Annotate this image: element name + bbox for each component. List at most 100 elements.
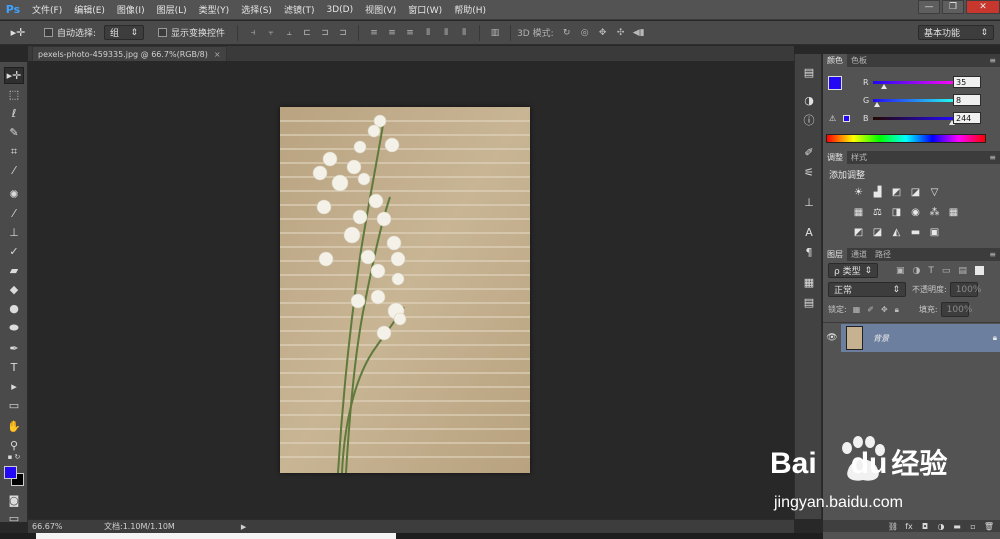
align-bottom-icon[interactable]: ⫠ xyxy=(282,26,296,40)
eraser-tool-icon[interactable]: ▰ xyxy=(4,262,24,279)
zoom-level[interactable]: 66.67% xyxy=(28,522,74,531)
3d-slide-icon[interactable]: ✣ xyxy=(614,26,628,40)
menu-edit[interactable]: 编辑(E) xyxy=(68,3,111,16)
invert-icon[interactable]: ◩ xyxy=(851,226,866,239)
history-brush-tool-icon[interactable]: ✓ xyxy=(4,243,24,260)
channel-mixer-icon[interactable]: ⁂ xyxy=(927,206,942,219)
menu-filter[interactable]: 滤镜(T) xyxy=(278,3,321,16)
lock-position-icon[interactable]: ✥ xyxy=(881,305,888,314)
quick-select-tool-icon[interactable]: ✎ xyxy=(4,124,24,141)
layer-name[interactable]: 背景 xyxy=(873,333,889,344)
blur-tool-icon[interactable]: ● xyxy=(4,300,24,317)
dodge-tool-icon[interactable]: ⬬ xyxy=(4,319,24,336)
clone-stamp-tool-icon[interactable]: ⊥ xyxy=(4,224,24,241)
fill-field[interactable]: 100% xyxy=(940,302,972,317)
tab-swatches[interactable]: 色板 xyxy=(847,54,871,67)
menu-image[interactable]: 图像(I) xyxy=(111,3,151,16)
hue-saturation-icon[interactable]: ▦ xyxy=(851,206,866,219)
paragraph-panel-icon[interactable]: ¶ xyxy=(800,244,818,260)
black-white-icon[interactable]: ◨ xyxy=(889,206,904,219)
color-lookup-icon[interactable]: ▦ xyxy=(946,206,961,219)
menu-3d[interactable]: 3D(D) xyxy=(320,5,359,15)
clone-source-panel-icon[interactable]: ⊥ xyxy=(800,194,818,210)
panel-menu-icon[interactable]: ≡ xyxy=(989,153,996,162)
type-tool-icon[interactable]: T xyxy=(4,359,24,376)
align-right-icon[interactable]: ⊐ xyxy=(336,26,350,40)
opacity-field[interactable]: 100% xyxy=(949,282,981,297)
history-panel-icon[interactable]: ▤ xyxy=(800,64,818,80)
delete-layer-icon[interactable]: 🗑︎ xyxy=(984,521,994,531)
green-slider-knob[interactable] xyxy=(874,101,880,107)
photo-filter-icon[interactable]: ◉ xyxy=(908,206,923,219)
screen-mode-icon[interactable]: ▭ xyxy=(4,510,24,527)
distribute-hcenter-icon[interactable]: ⦀ xyxy=(439,26,453,40)
gradient-map-icon[interactable]: ▬ xyxy=(908,226,923,239)
vibrance-icon[interactable]: ▽ xyxy=(927,186,942,199)
add-mask-icon[interactable]: ◘ xyxy=(920,521,930,531)
filter-pixel-icon[interactable]: ▣ xyxy=(896,266,905,276)
tab-styles[interactable]: 样式 xyxy=(847,151,871,164)
levels-icon[interactable]: ▟ xyxy=(870,186,885,199)
new-adjustment-icon[interactable]: ◑ xyxy=(936,521,946,531)
filter-smart-object-icon[interactable]: ▤ xyxy=(958,266,967,276)
align-vcenter-icon[interactable]: ⫟ xyxy=(264,26,278,40)
path-select-tool-icon[interactable]: ▸ xyxy=(4,378,24,395)
brightness-contrast-icon[interactable]: ☀ xyxy=(851,186,866,199)
exposure-icon[interactable]: ◪ xyxy=(908,186,923,199)
lock-all-icon[interactable]: 🔒︎ xyxy=(895,305,899,315)
menu-layer[interactable]: 图层(L) xyxy=(151,3,193,16)
menu-select[interactable]: 选择(S) xyxy=(235,3,278,16)
lock-image-icon[interactable]: ✐ xyxy=(867,305,874,314)
filter-toggle-icon[interactable] xyxy=(974,266,984,275)
gamut-warning-icon[interactable]: ⚠ xyxy=(829,114,836,123)
layer-filter-dropdown[interactable]: ρ 类型 ⇕ xyxy=(828,263,878,278)
move-tool-icon[interactable]: ▸✛ xyxy=(4,67,24,84)
3d-rotate-icon[interactable]: ↻ xyxy=(560,26,574,40)
character-panel-icon[interactable]: A xyxy=(800,224,818,240)
foreground-color-swatch[interactable] xyxy=(4,466,17,479)
panel-menu-icon[interactable]: ≡ xyxy=(989,56,996,65)
distribute-left-icon[interactable]: ⦀ xyxy=(421,26,435,40)
auto-select-checkbox[interactable] xyxy=(44,28,53,37)
tab-color[interactable]: 颜色 xyxy=(823,54,847,67)
tab-layers[interactable]: 图层 xyxy=(823,248,847,261)
crop-tool-icon[interactable]: ⌗ xyxy=(4,143,24,160)
blue-value-field[interactable]: 244 xyxy=(953,112,981,124)
3d-pan-icon[interactable]: ✥ xyxy=(596,26,610,40)
filter-shape-icon[interactable]: ▭ xyxy=(942,266,951,276)
menu-type[interactable]: 类型(Y) xyxy=(193,3,236,16)
distribute-right-icon[interactable]: ⦀ xyxy=(457,26,471,40)
show-transform-checkbox[interactable] xyxy=(158,28,168,37)
blend-mode-dropdown[interactable]: 正常 ⇕ xyxy=(828,282,906,297)
selective-color-icon[interactable]: ▣ xyxy=(927,226,942,239)
properties-panel-icon[interactable]: ◑ xyxy=(800,92,818,108)
status-menu-arrow-icon[interactable]: ▶ xyxy=(241,523,246,531)
close-tab-icon[interactable]: × xyxy=(214,50,221,59)
swap-colors-icon[interactable]: ▪ ↻ xyxy=(4,452,24,462)
document-canvas[interactable] xyxy=(280,107,530,473)
layer-row-background[interactable]: 👁︎ 背景 🔒︎ xyxy=(826,324,1000,352)
new-group-icon[interactable]: ▬ xyxy=(952,521,962,531)
eyedropper-tool-icon[interactable]: ⁄ xyxy=(4,162,24,179)
actions-panel-icon[interactable]: ▦ xyxy=(800,274,818,290)
align-left-icon[interactable]: ⊏ xyxy=(300,26,314,40)
filter-type-icon[interactable]: T xyxy=(928,266,934,276)
canvas-area[interactable] xyxy=(28,61,794,519)
posterize-icon[interactable]: ◪ xyxy=(870,226,885,239)
panel-menu-icon[interactable]: ≡ xyxy=(989,250,996,259)
red-value-field[interactable]: 35 xyxy=(953,76,981,88)
menu-window[interactable]: 窗口(W) xyxy=(402,3,448,16)
close-button[interactable]: ✕ xyxy=(966,0,1000,14)
tab-channels[interactable]: 通道 xyxy=(847,248,871,261)
blue-slider[interactable] xyxy=(873,116,955,125)
threshold-icon[interactable]: ◭ xyxy=(889,226,904,239)
healing-brush-tool-icon[interactable]: ✺ xyxy=(4,186,24,203)
layer-style-icon[interactable]: fx xyxy=(904,521,914,531)
paint-bucket-tool-icon[interactable]: ◆ xyxy=(4,281,24,298)
red-slider[interactable] xyxy=(873,80,955,89)
3d-scale-icon[interactable]: ◀▮ xyxy=(632,26,646,40)
quick-mask-icon[interactable]: ◙ xyxy=(4,492,24,509)
auto-align-icon[interactable]: ▥ xyxy=(488,26,502,40)
align-hcenter-icon[interactable]: ⊐ xyxy=(318,26,332,40)
lock-transparent-icon[interactable]: ▦ xyxy=(853,305,861,314)
